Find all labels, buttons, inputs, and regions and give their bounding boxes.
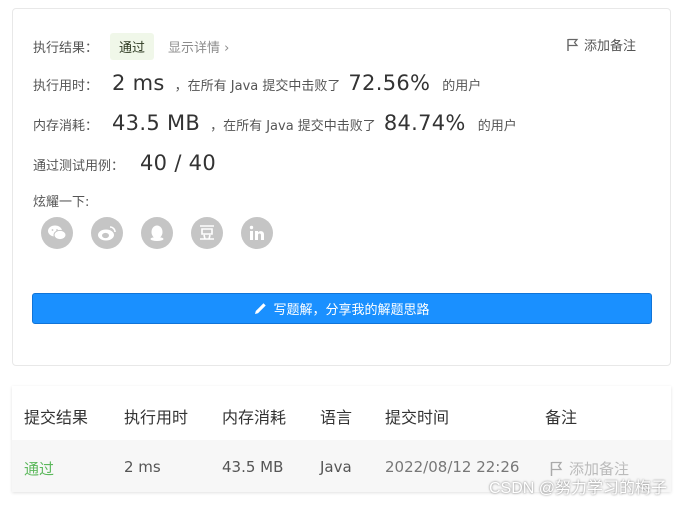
col-language: 语言 [320, 408, 353, 427]
add-note-label: 添加备注 [583, 39, 636, 54]
memory-beat-text: ，在所有 Java 提交中击败了 [210, 119, 376, 134]
runtime-row: 执行用时： 2 ms ，在所有 Java 提交中击败了 72.56% 的用户 [33, 71, 481, 95]
memory-value: 43.5 MB [112, 111, 201, 135]
write-solution-button[interactable]: 写题解，分享我的解题思路 [32, 293, 652, 324]
runtime-beat-text: ，在所有 Java 提交中击败了 [174, 79, 341, 94]
runtime-value: 2 ms [112, 71, 165, 95]
table-header: 提交结果 执行用时 内存消耗 语言 提交时间 备注 [12, 386, 671, 440]
show-details-link[interactable]: 显示详情 › [168, 37, 229, 56]
result-row: 执行结果： 通过 显示详情 › [33, 33, 229, 60]
memory-label: 内存消耗： [33, 119, 99, 134]
qq-icon[interactable] [141, 217, 173, 249]
add-note-button[interactable]: 添加备注 [567, 35, 636, 54]
col-memory: 内存消耗 [222, 408, 287, 427]
memory-suffix: 的用户 [477, 119, 517, 134]
row-result[interactable]: 通过 [24, 458, 54, 479]
share-label: 炫耀一下: [33, 195, 90, 210]
pencil-icon [255, 303, 267, 314]
share-row-label: 炫耀一下: [33, 191, 89, 210]
watermark: CSDN @努力学习的梅子 [488, 480, 667, 497]
result-label: 执行结果： [33, 41, 99, 56]
share-icons [41, 217, 273, 249]
runtime-suffix: 的用户 [442, 79, 482, 94]
flag-icon [567, 38, 579, 51]
wechat-icon[interactable] [41, 217, 73, 249]
row-language: Java [320, 458, 352, 476]
runtime-label: 执行用时： [33, 79, 99, 94]
memory-row: 内存消耗： 43.5 MB ，在所有 Java 提交中击败了 84.74% 的用… [33, 111, 517, 135]
tests-label: 通过测试用例： [33, 159, 125, 174]
tests-row: 通过测试用例： 40 / 40 [33, 151, 216, 175]
memory-percent: 84.74% [383, 111, 466, 135]
row-runtime: 2 ms [124, 458, 161, 476]
col-time: 提交时间 [385, 408, 450, 427]
row-memory: 43.5 MB [222, 458, 284, 476]
submission-result-card: 执行结果： 通过 显示详情 › 添加备注 执行用时： 2 ms ，在所有 Jav… [12, 8, 671, 366]
weibo-icon[interactable] [91, 217, 123, 249]
col-runtime: 执行用时 [124, 408, 189, 427]
douban-icon[interactable] [191, 217, 223, 249]
tests-value: 40 / 40 [140, 151, 216, 175]
col-result: 提交结果 [24, 408, 89, 427]
linkedin-icon[interactable] [241, 217, 273, 249]
runtime-percent: 72.56% [348, 71, 431, 95]
write-solution-label: 写题解，分享我的解题思路 [273, 303, 430, 318]
status-badge: 通过 [110, 33, 155, 60]
col-note: 备注 [545, 408, 578, 427]
